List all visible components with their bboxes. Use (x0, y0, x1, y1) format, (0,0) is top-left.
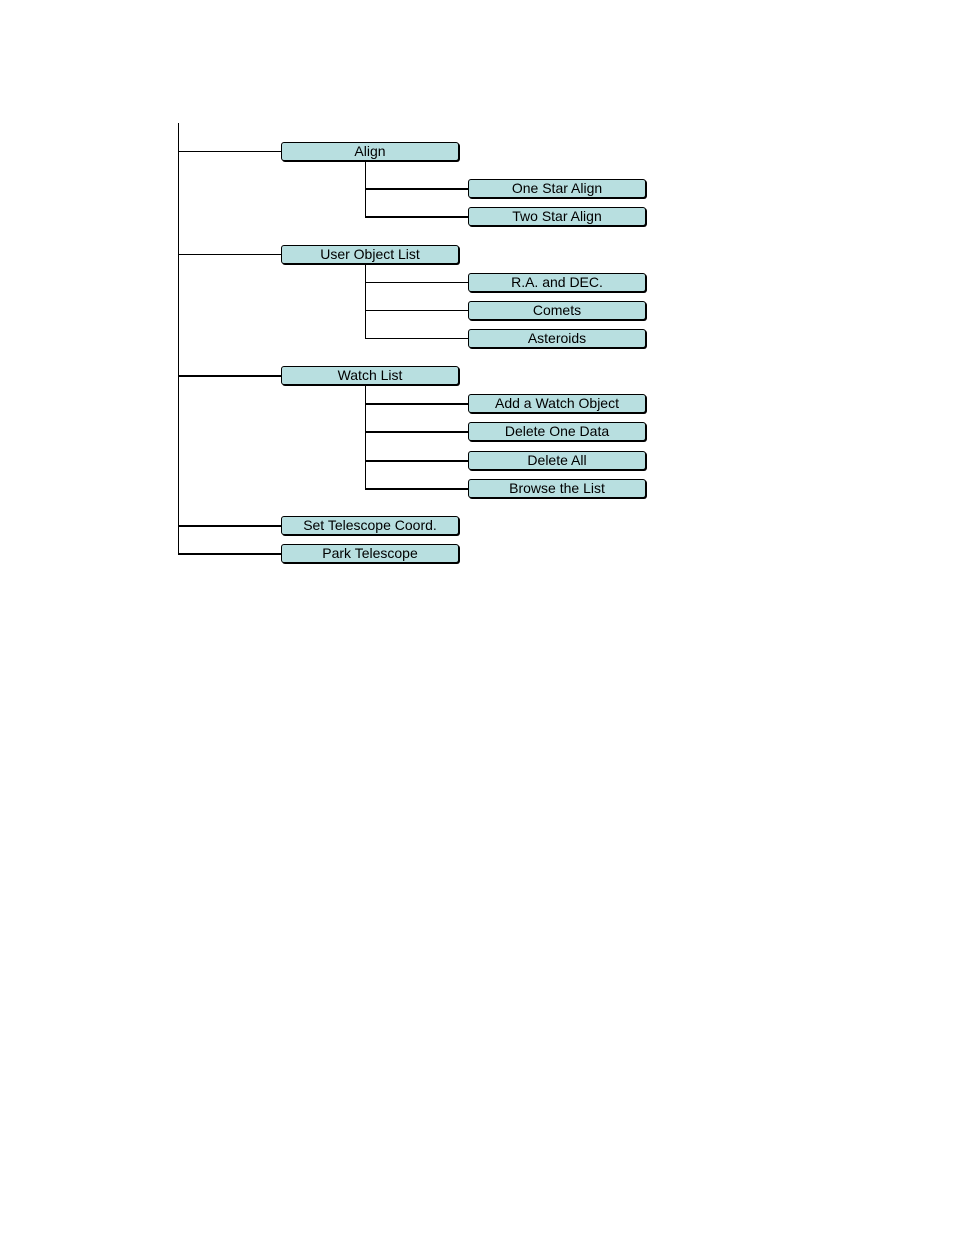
sub-branch-line (365, 282, 468, 283)
sub-branch-line (365, 310, 468, 311)
sub-branch-line (365, 188, 468, 190)
submenu-node: Asteroids (468, 329, 646, 348)
sub-trunk-line (365, 263, 366, 339)
submenu-node: R.A. and DEC. (468, 273, 646, 292)
menu-node: Park Telescope (281, 544, 459, 563)
submenu-node: Delete One Data (468, 422, 646, 441)
menu-node: Set Telescope Coord. (281, 516, 459, 535)
menu-node: Align (281, 142, 459, 161)
sub-branch-line (365, 488, 468, 490)
sub-trunk-line (365, 384, 366, 489)
menu-node: User Object List (281, 245, 459, 264)
sub-branch-line (365, 216, 468, 218)
menu-tree-diagram: Align One Star Align Two Star Align User Ob… (0, 0, 954, 1235)
submenu-node: Browse the List (468, 479, 646, 498)
branch-line (178, 151, 281, 152)
sub-branch-line (365, 460, 468, 462)
sub-branch-line (365, 403, 468, 405)
branch-line (178, 375, 281, 377)
branch-line (178, 254, 281, 255)
branch-line (178, 525, 281, 527)
submenu-node: Two Star Align (468, 207, 646, 226)
menu-node: Watch List (281, 366, 459, 385)
branch-line (178, 553, 281, 555)
sub-branch-line (365, 431, 468, 433)
submenu-node: Add a Watch Object (468, 394, 646, 413)
submenu-node: Comets (468, 301, 646, 320)
main-trunk-line (178, 123, 179, 554)
sub-branch-line (365, 338, 468, 339)
submenu-node: Delete All (468, 451, 646, 470)
submenu-node: One Star Align (468, 179, 646, 198)
